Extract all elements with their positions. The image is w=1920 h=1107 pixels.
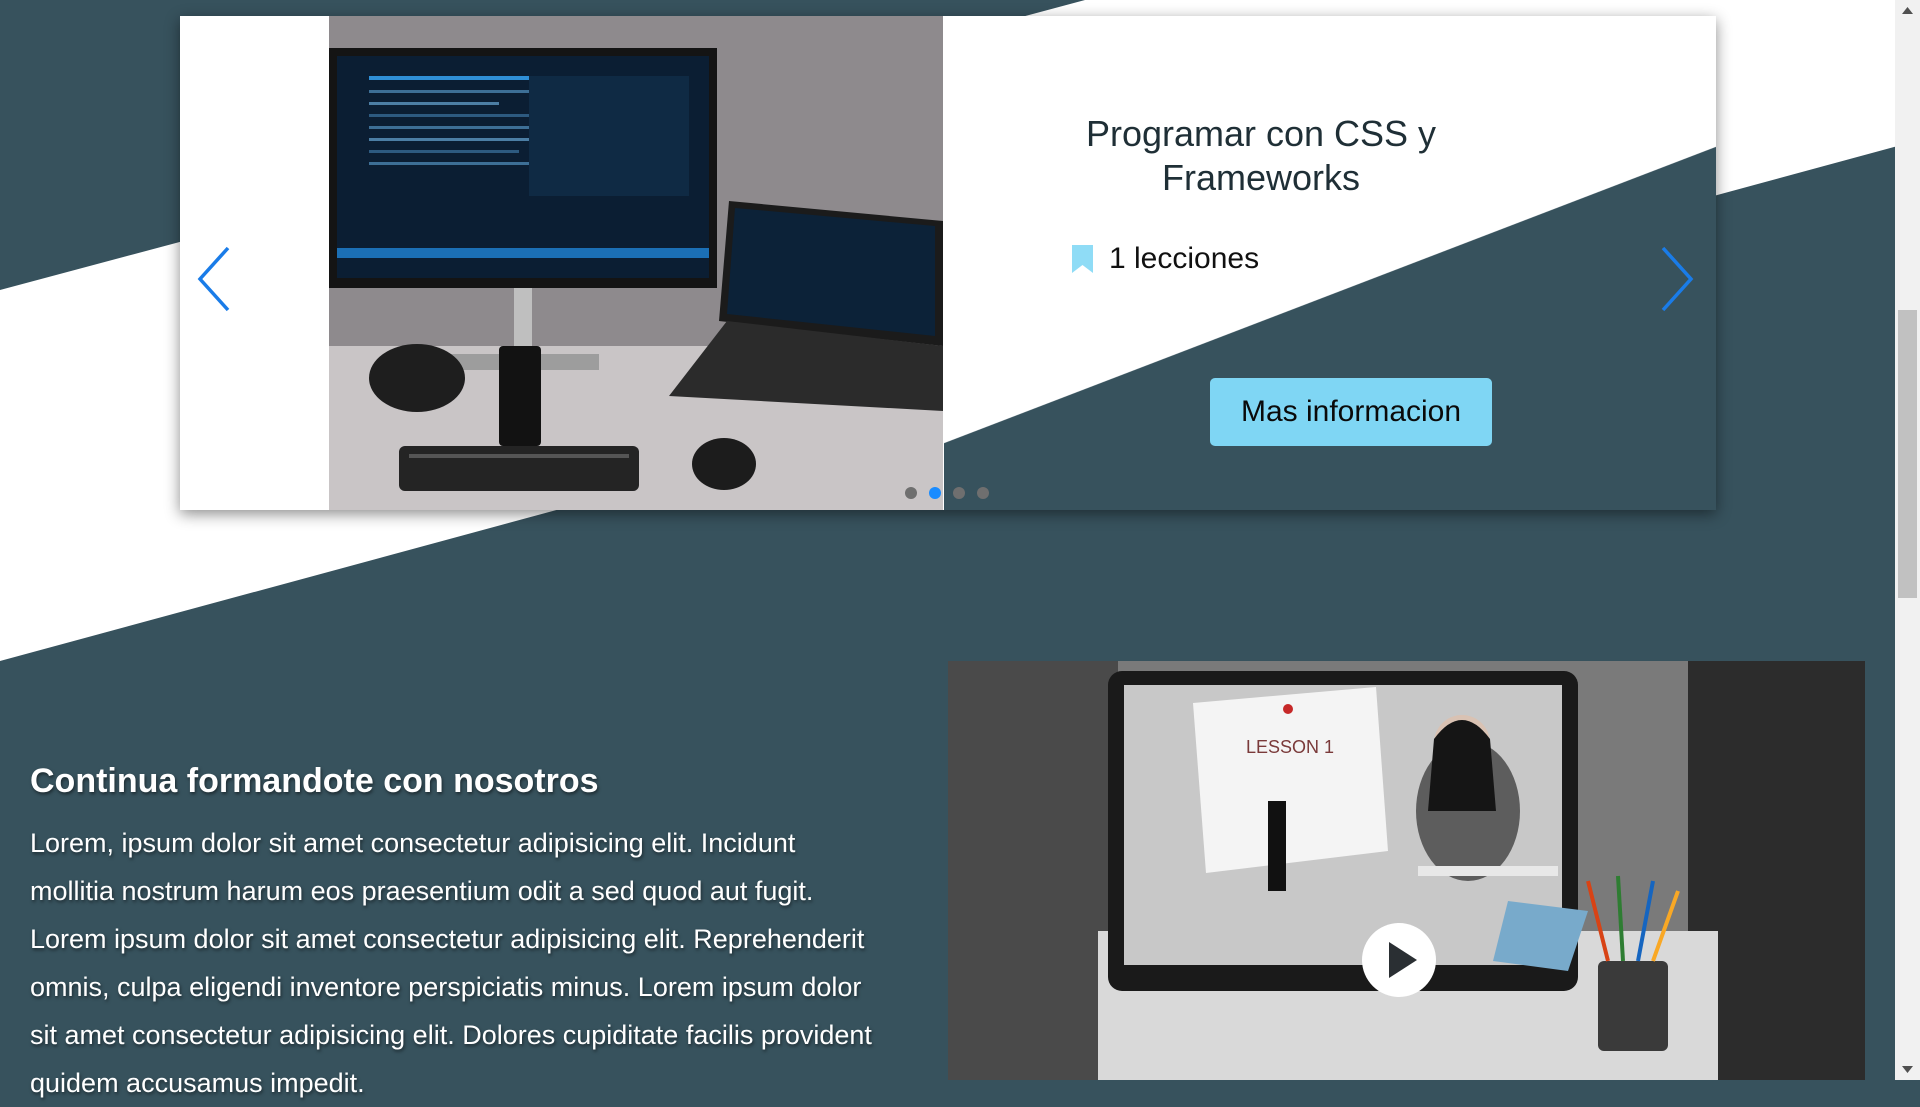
carousel-prev-icon[interactable] <box>194 244 234 314</box>
carousel-next-icon[interactable] <box>1657 244 1697 314</box>
carousel-dot[interactable] <box>977 487 989 499</box>
vertical-scrollbar[interactable] <box>1895 0 1920 1080</box>
scroll-down-icon[interactable] <box>1895 1058 1920 1080</box>
scrollbar-thumb[interactable] <box>1898 310 1917 598</box>
promo-section: Continua formandote con nosotros Lorem, … <box>30 762 880 1107</box>
course-info-panel: Programar con CSS y Frameworks 1 leccion… <box>944 16 1716 510</box>
bookmark-icon <box>1072 245 1093 273</box>
lessons-count-label: 1 lecciones <box>1109 242 1260 275</box>
carousel-pagination <box>905 487 989 499</box>
scroll-up-icon[interactable] <box>1895 0 1920 22</box>
promo-title: Continua formandote con nosotros <box>30 762 599 800</box>
carousel-image-panel <box>180 16 944 510</box>
play-icon[interactable] <box>1362 923 1436 997</box>
carousel-dot[interactable] <box>905 487 917 499</box>
promo-description: Lorem, ipsum dolor sit amet consectetur … <box>30 828 872 1098</box>
whiteboard-text: LESSON 1 <box>1246 737 1334 757</box>
course-carousel: Programar con CSS y Frameworks 1 leccion… <box>180 16 1716 510</box>
course-photo <box>329 16 943 510</box>
lessons-count: 1 lecciones <box>1072 242 1259 276</box>
video-thumbnail[interactable]: LESSON 1 <box>948 661 1865 1080</box>
more-info-button[interactable]: Mas informacion <box>1210 378 1492 446</box>
course-title: Programar con CSS y Frameworks <box>1085 113 1437 198</box>
carousel-dot[interactable] <box>953 487 965 499</box>
carousel-dot-active[interactable] <box>929 487 941 499</box>
